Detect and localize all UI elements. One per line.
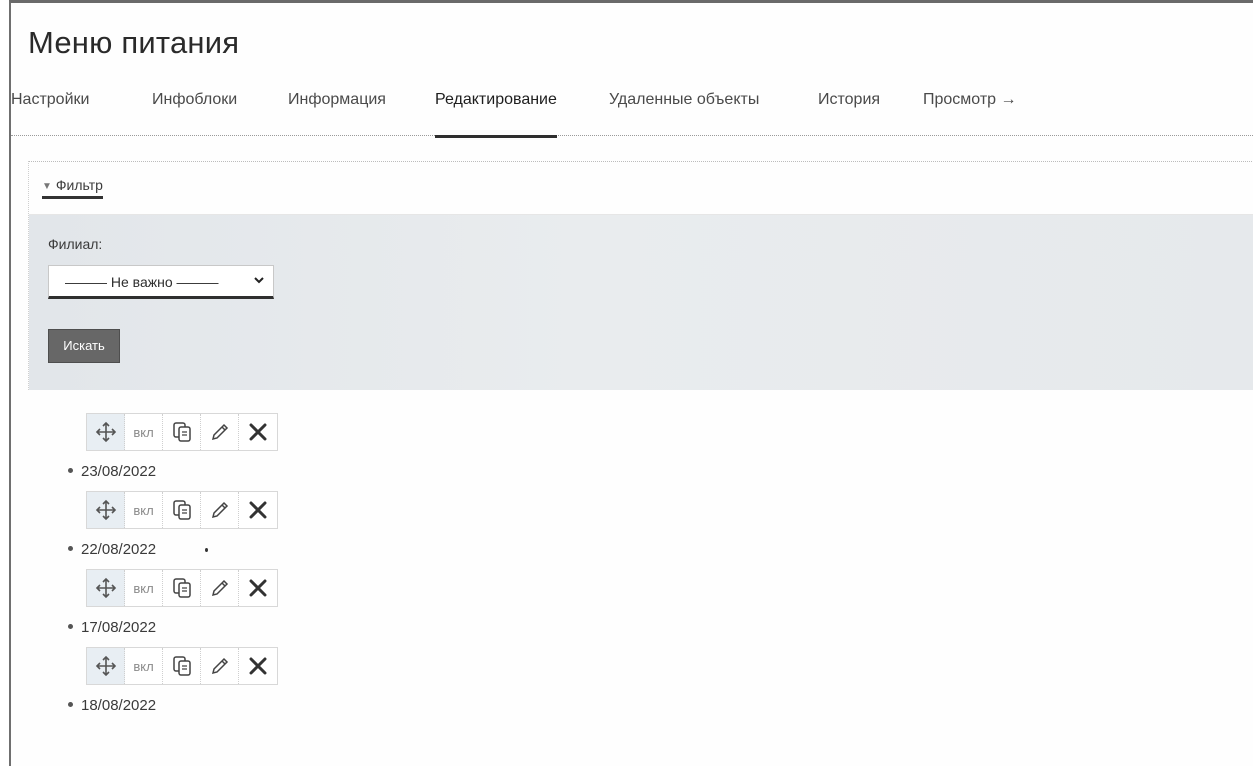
- edit-icon[interactable]: [201, 492, 239, 528]
- item-toolbar: вкл: [86, 491, 278, 529]
- filter-toggle-label: Фильтр: [55, 177, 103, 193]
- list-item: вкл 23/08/2022: [61, 413, 661, 491]
- item-date-label: 23/08/2022: [81, 463, 157, 480]
- item-date: 18/08/2022: [61, 697, 156, 714]
- item-date-label: 22/08/2022: [81, 541, 157, 558]
- tab-history[interactable]: История: [818, 91, 880, 109]
- tab-bar: Настройки Инфоблоки Информация Редактиро…: [11, 91, 1253, 138]
- delete-icon[interactable]: [239, 414, 277, 450]
- page-frame: Меню питания Настройки Инфоблоки Информа…: [9, 0, 1253, 766]
- item-date-label: 18/08/2022: [81, 697, 157, 714]
- filter-header: ▼ Фильтр: [29, 162, 1253, 215]
- tab-information[interactable]: Информация: [288, 91, 386, 109]
- caret-down-icon: ▼: [42, 181, 52, 192]
- tab-deleted-objects[interactable]: Удаленные объекты: [609, 91, 759, 109]
- delete-icon[interactable]: [239, 648, 277, 684]
- item-date: 17/08/2022: [61, 619, 156, 636]
- toggle-enable-button[interactable]: вкл: [125, 414, 163, 450]
- list-item: вкл 22/08/2022: [61, 491, 661, 569]
- page-title: Меню питания: [28, 25, 240, 60]
- tab-infoblocks[interactable]: Инфоблоки: [152, 91, 237, 109]
- chevron-down-icon: [254, 277, 264, 284]
- bullet: [68, 546, 73, 551]
- toggle-enable-button[interactable]: вкл: [125, 648, 163, 684]
- edit-icon[interactable]: [201, 414, 239, 450]
- bullet: [68, 468, 73, 473]
- filter-panel: ▼ Фильтр Филиал: ——— Не важно ——— Искать: [28, 161, 1253, 390]
- item-toolbar: вкл: [86, 413, 278, 451]
- move-icon[interactable]: [87, 648, 125, 684]
- copy-icon[interactable]: [163, 492, 201, 528]
- item-toolbar: вкл: [86, 647, 278, 685]
- bullet: [68, 624, 73, 629]
- copy-icon[interactable]: [163, 648, 201, 684]
- item-list: вкл 23/08/2022 вкл 22/08/2022 вкл 17/08/…: [61, 413, 661, 725]
- move-icon[interactable]: [87, 570, 125, 606]
- filter-toggle-link[interactable]: ▼ Фильтр: [42, 177, 103, 199]
- scan-speck: [205, 548, 208, 552]
- filter-body: Филиал: ——— Не важно ——— Искать: [29, 215, 1253, 390]
- delete-icon[interactable]: [239, 492, 277, 528]
- copy-icon[interactable]: [163, 570, 201, 606]
- toggle-enable-button[interactable]: вкл: [125, 492, 163, 528]
- delete-icon[interactable]: [239, 570, 277, 606]
- toggle-enable-button[interactable]: вкл: [125, 570, 163, 606]
- list-item: вкл 18/08/2022: [61, 647, 661, 725]
- branch-select-value: ——— Не важно ———: [65, 274, 219, 290]
- item-date: 22/08/2022: [61, 541, 156, 558]
- item-toolbar: вкл: [86, 569, 278, 607]
- tab-settings[interactable]: Настройки: [11, 91, 89, 109]
- copy-icon[interactable]: [163, 414, 201, 450]
- edit-icon[interactable]: [201, 570, 239, 606]
- item-date: 23/08/2022: [61, 463, 156, 480]
- move-icon[interactable]: [87, 492, 125, 528]
- tab-editing[interactable]: Редактирование: [435, 91, 557, 138]
- branch-label: Филиал:: [48, 236, 103, 252]
- edit-icon[interactable]: [201, 648, 239, 684]
- item-date-label: 17/08/2022: [81, 619, 157, 636]
- move-icon[interactable]: [87, 414, 125, 450]
- list-item: вкл 17/08/2022: [61, 569, 661, 647]
- tab-preview[interactable]: Просмотр →: [923, 91, 1017, 109]
- branch-select[interactable]: ——— Не важно ———: [48, 265, 274, 299]
- search-button[interactable]: Искать: [48, 329, 120, 363]
- bullet: [68, 702, 73, 707]
